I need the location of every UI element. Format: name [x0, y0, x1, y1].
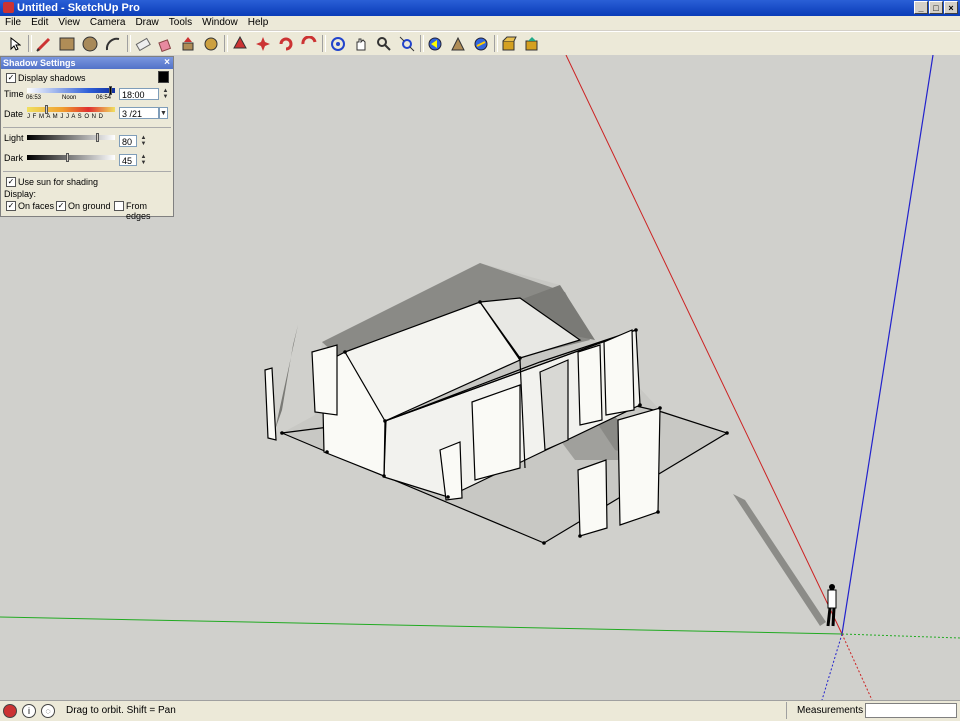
measurements-label: Measurements [786, 702, 864, 719]
time-slider-track[interactable] [27, 88, 115, 93]
menu-bar: File Edit View Camera Draw Tools Window … [0, 16, 960, 30]
sketchup-app-icon [3, 2, 14, 13]
measurements-input[interactable] [865, 703, 957, 718]
rotate-icon[interactable] [231, 35, 249, 52]
follow-me-icon[interactable] [254, 35, 272, 52]
share-model-icon[interactable] [523, 35, 541, 52]
paint-bucket-icon[interactable] [156, 35, 174, 52]
date-label: Date [4, 109, 24, 119]
status-hint: Drag to orbit. Shift = Pan [66, 705, 176, 716]
menu-help[interactable]: Help [243, 16, 274, 30]
from-edges-label: From edges [126, 201, 151, 221]
zoom-extents-icon[interactable] [398, 35, 416, 52]
light-spinner[interactable]: ▲ ▼ [139, 135, 148, 148]
dark-slider-thumb[interactable] [65, 153, 69, 162]
panel-title: Shadow Settings [3, 58, 76, 68]
menu-window[interactable]: Window [197, 16, 243, 30]
toolbar [0, 31, 960, 56]
month-labels: J F M A M J J A S O N D [27, 114, 104, 120]
on-ground-checkbox[interactable]: ✓ [56, 201, 66, 211]
offset-icon[interactable] [277, 35, 295, 52]
on-faces-checkbox[interactable]: ✓ [6, 201, 16, 211]
select-icon[interactable] [6, 35, 24, 52]
menu-edit[interactable]: Edit [26, 16, 53, 30]
menu-view[interactable]: View [53, 16, 85, 30]
date-slider-track[interactable] [27, 107, 115, 112]
light-input[interactable]: 80 [119, 135, 137, 147]
collapse-details-icon[interactable] [158, 71, 169, 83]
orbit-icon[interactable] [329, 35, 347, 52]
panel-close-icon[interactable]: × [164, 57, 170, 68]
rectangle-icon[interactable] [58, 35, 76, 52]
use-sun-checkbox[interactable]: ✓ [6, 177, 16, 187]
get-models-icon[interactable] [500, 35, 518, 52]
dark-spinner[interactable]: ▲ ▼ [139, 154, 148, 167]
zoom-icon[interactable] [375, 35, 393, 52]
orbit-status-icon[interactable]: ◌ [41, 704, 55, 718]
window-title: Untitled - SketchUp Pro [17, 2, 140, 14]
time-spinner[interactable]: ▲ ▼ [161, 88, 170, 101]
dark-label: Dark [4, 153, 24, 163]
menu-tools[interactable]: Tools [164, 16, 197, 30]
shadow-settings-titlebar: Shadow Settings × [1, 57, 173, 69]
push-pull-icon[interactable] [179, 35, 197, 52]
time-slider-thumb[interactable] [109, 86, 112, 95]
red-axis-negative [841, 633, 873, 700]
maximize-button[interactable]: □ [929, 1, 943, 14]
display-section-label: Display: [4, 189, 37, 199]
dark-input[interactable]: 45 [119, 154, 137, 166]
move-icon[interactable] [202, 35, 220, 52]
status-bar: i ◌ Drag to orbit. Shift = Pan Measureme… [0, 700, 960, 721]
date-slider-thumb[interactable] [45, 105, 48, 114]
menu-file[interactable]: File [0, 16, 26, 30]
arc-icon[interactable] [104, 35, 122, 52]
time-input[interactable]: 18:00 [119, 88, 159, 100]
time-noon: Noon [62, 95, 77, 101]
time-start: 06:53 [26, 95, 42, 101]
on-ground-label: On ground [68, 201, 111, 211]
from-edges-checkbox[interactable] [114, 201, 124, 211]
menu-draw[interactable]: Draw [130, 16, 163, 30]
display-shadows-checkbox[interactable]: ✓ [6, 73, 16, 83]
dark-slider-track[interactable] [27, 155, 115, 160]
credits-icon[interactable]: i [22, 704, 36, 718]
walk-icon[interactable] [449, 35, 467, 52]
previous-view-icon[interactable] [426, 35, 444, 52]
menu-camera[interactable]: Camera [85, 16, 131, 30]
minimize-button[interactable]: _ [914, 1, 928, 14]
blue-axis-negative [821, 633, 843, 700]
light-slider-track[interactable] [27, 135, 115, 140]
use-sun-label: Use sun for shading [18, 177, 99, 187]
pan-icon[interactable] [352, 35, 370, 52]
time-label: Time [4, 89, 24, 99]
date-input[interactable]: 3 /21 [119, 107, 159, 119]
figure-shadow [733, 494, 826, 626]
green-axis-negative [841, 633, 960, 639]
person-figure [826, 584, 837, 627]
eraser-icon[interactable] [134, 35, 152, 52]
tape-measure-icon[interactable] [300, 35, 318, 52]
time-end: 06:54 [96, 95, 112, 101]
on-faces-label: On faces [18, 201, 55, 211]
green-axis [0, 616, 843, 635]
look-around-icon[interactable] [472, 35, 490, 52]
shadow-settings-panel: Shadow Settings × ✓ Display shadows Time… [0, 56, 174, 221]
title-bar: Untitled - SketchUp Pro _ □ × [0, 0, 960, 16]
blue-axis [841, 55, 934, 635]
pencil-icon[interactable] [34, 35, 52, 52]
date-dropdown-icon[interactable]: ▼ [159, 107, 168, 119]
display-shadows-label: Display shadows [18, 73, 86, 83]
light-slider-thumb[interactable] [96, 133, 100, 142]
geo-location-icon[interactable] [3, 704, 17, 718]
close-button[interactable]: × [944, 1, 958, 14]
light-label: Light [4, 133, 24, 143]
circle-icon[interactable] [81, 35, 99, 52]
